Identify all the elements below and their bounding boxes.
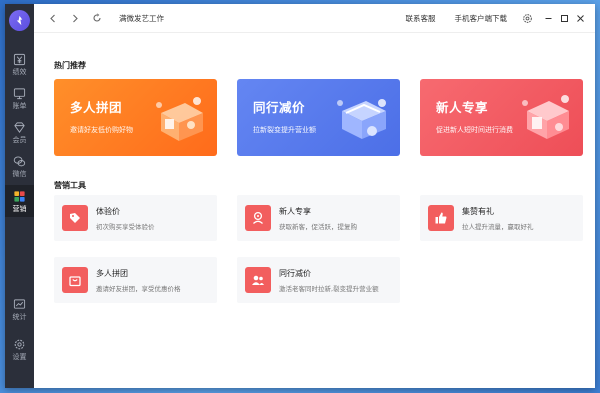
settings-button[interactable] [521, 12, 534, 25]
sidebar-item-member[interactable]: 会员 [5, 117, 34, 147]
chevron-left-icon [49, 14, 55, 22]
apps-icon [14, 190, 25, 202]
gear-icon [14, 339, 25, 349]
close-icon [577, 14, 584, 22]
sidebar-item-settings[interactable]: 设置 [5, 334, 34, 364]
banner-price-cut[interactable]: 同行减价 拉新裂变提升营业额 [237, 79, 400, 156]
mobile-download-link[interactable]: 手机客户端下载 [455, 13, 508, 24]
sidebar-item-performance[interactable]: 绩效 [5, 49, 34, 79]
forward-button[interactable] [68, 12, 81, 25]
close-button[interactable] [574, 12, 587, 25]
app-window: 绩效 账单 会员 微信 营销 统计 设置 满微发艺工作 联系客服 手机客户端下载… [5, 4, 595, 388]
sidebar-item-label: 营销 [12, 204, 27, 213]
sidebar-item-label: 微信 [12, 169, 27, 178]
wechat-icon [13, 155, 26, 166]
gift-illustration-icon [522, 95, 569, 139]
sidebar-item-label: 账单 [12, 101, 27, 110]
tool-title: 集赞有礼 [462, 207, 494, 216]
tool-desc: 初次购买享受体验价 [96, 223, 155, 231]
tool-desc: 获取新客，促活跃，提复购 [279, 223, 357, 231]
sidebar-item-statistics[interactable]: 统计 [5, 294, 34, 324]
window-title: 满微发艺工作 [119, 13, 164, 23]
refresh-icon [92, 13, 101, 22]
banner-group-buy[interactable]: 多人拼团 邀请好友低价购好物 [54, 79, 217, 156]
chart-icon [13, 298, 26, 309]
monitor-icon [13, 87, 26, 99]
banner-title: 同行减价 [253, 100, 306, 115]
yuan-icon [13, 53, 26, 65]
banner-subtitle: 邀请好友低价购好物 [70, 126, 133, 134]
back-button[interactable] [46, 12, 59, 25]
section-title-tools: 营销工具 [54, 181, 86, 190]
people-icon [245, 267, 271, 293]
tool-price-cut[interactable]: 同行减价 激活老客同时拉新,裂变提升营业额 [237, 257, 400, 303]
refresh-button[interactable] [90, 12, 103, 25]
tool-title: 体验价 [96, 207, 120, 216]
tool-title: 多人拼团 [96, 269, 128, 278]
tool-desc: 激活老客同时拉新,裂变提升营业额 [279, 285, 379, 293]
tool-title: 新人专享 [279, 207, 311, 216]
diamond-icon [14, 121, 25, 133]
app-logo [9, 10, 30, 31]
tool-trial-price[interactable]: 体验价 初次购买享受体验价 [54, 195, 217, 241]
sidebar-item-label: 统计 [12, 312, 27, 321]
maximize-button[interactable] [558, 12, 571, 25]
sidebar-item-label: 会员 [12, 135, 27, 144]
gear-icon [523, 13, 532, 23]
banner-subtitle: 拉新裂变提升营业额 [253, 126, 316, 134]
tool-like-gift[interactable]: 集赞有礼 拉人提升流量，赢取好礼 [420, 195, 583, 241]
sidebar-item-wechat[interactable]: 微信 [5, 151, 34, 181]
banner-title: 多人拼团 [70, 100, 123, 115]
banner-subtitle: 促进新人短时间进行消费 [436, 126, 513, 134]
tool-title: 同行减价 [279, 269, 311, 278]
sidebar-item-marketing[interactable]: 营销 [5, 185, 34, 217]
minimize-button[interactable] [542, 12, 555, 25]
chevron-right-icon [72, 14, 78, 22]
thumbs-up-icon [428, 205, 454, 231]
sidebar-item-bill[interactable]: 账单 [5, 83, 34, 113]
title-bar: 满微发艺工作 联系客服 手机客户端下载 [34, 4, 595, 33]
main-area: 满微发艺工作 联系客服 手机客户端下载 热门推荐 多人拼团 邀请好友低价购好物 [34, 4, 595, 388]
sidebar-item-label: 绩效 [12, 67, 27, 76]
banner-newcomer[interactable]: 新人专享 促进新人短时间进行消费 [420, 79, 583, 156]
sidebar-item-label: 设置 [12, 352, 27, 361]
tool-newcomer[interactable]: 新人专享 获取新客，促活跃，提复购 [237, 195, 400, 241]
section-title-hot: 热门推荐 [54, 61, 86, 70]
shopping-illustration-icon [156, 97, 203, 141]
bag-icon [62, 267, 88, 293]
maximize-icon [561, 14, 568, 22]
store-illustration-icon [337, 99, 386, 139]
contact-service-link[interactable]: 联系客服 [406, 13, 436, 24]
tag-icon [62, 205, 88, 231]
content-area: 热门推荐 多人拼团 邀请好友低价购好物 同行减价 拉新裂变提升营业额 新人专享 … [34, 33, 595, 388]
tool-group-buy[interactable]: 多人拼团 邀请好友拼团，享受优惠价格 [54, 257, 217, 303]
minimize-icon [545, 17, 552, 19]
banner-title: 新人专享 [436, 100, 489, 115]
tool-desc: 邀请好友拼团，享受优惠价格 [96, 285, 181, 293]
sidebar: 绩效 账单 会员 微信 营销 统计 设置 [5, 4, 34, 388]
newcomer-icon [245, 205, 271, 231]
tool-desc: 拉人提升流量，赢取好礼 [462, 223, 534, 231]
